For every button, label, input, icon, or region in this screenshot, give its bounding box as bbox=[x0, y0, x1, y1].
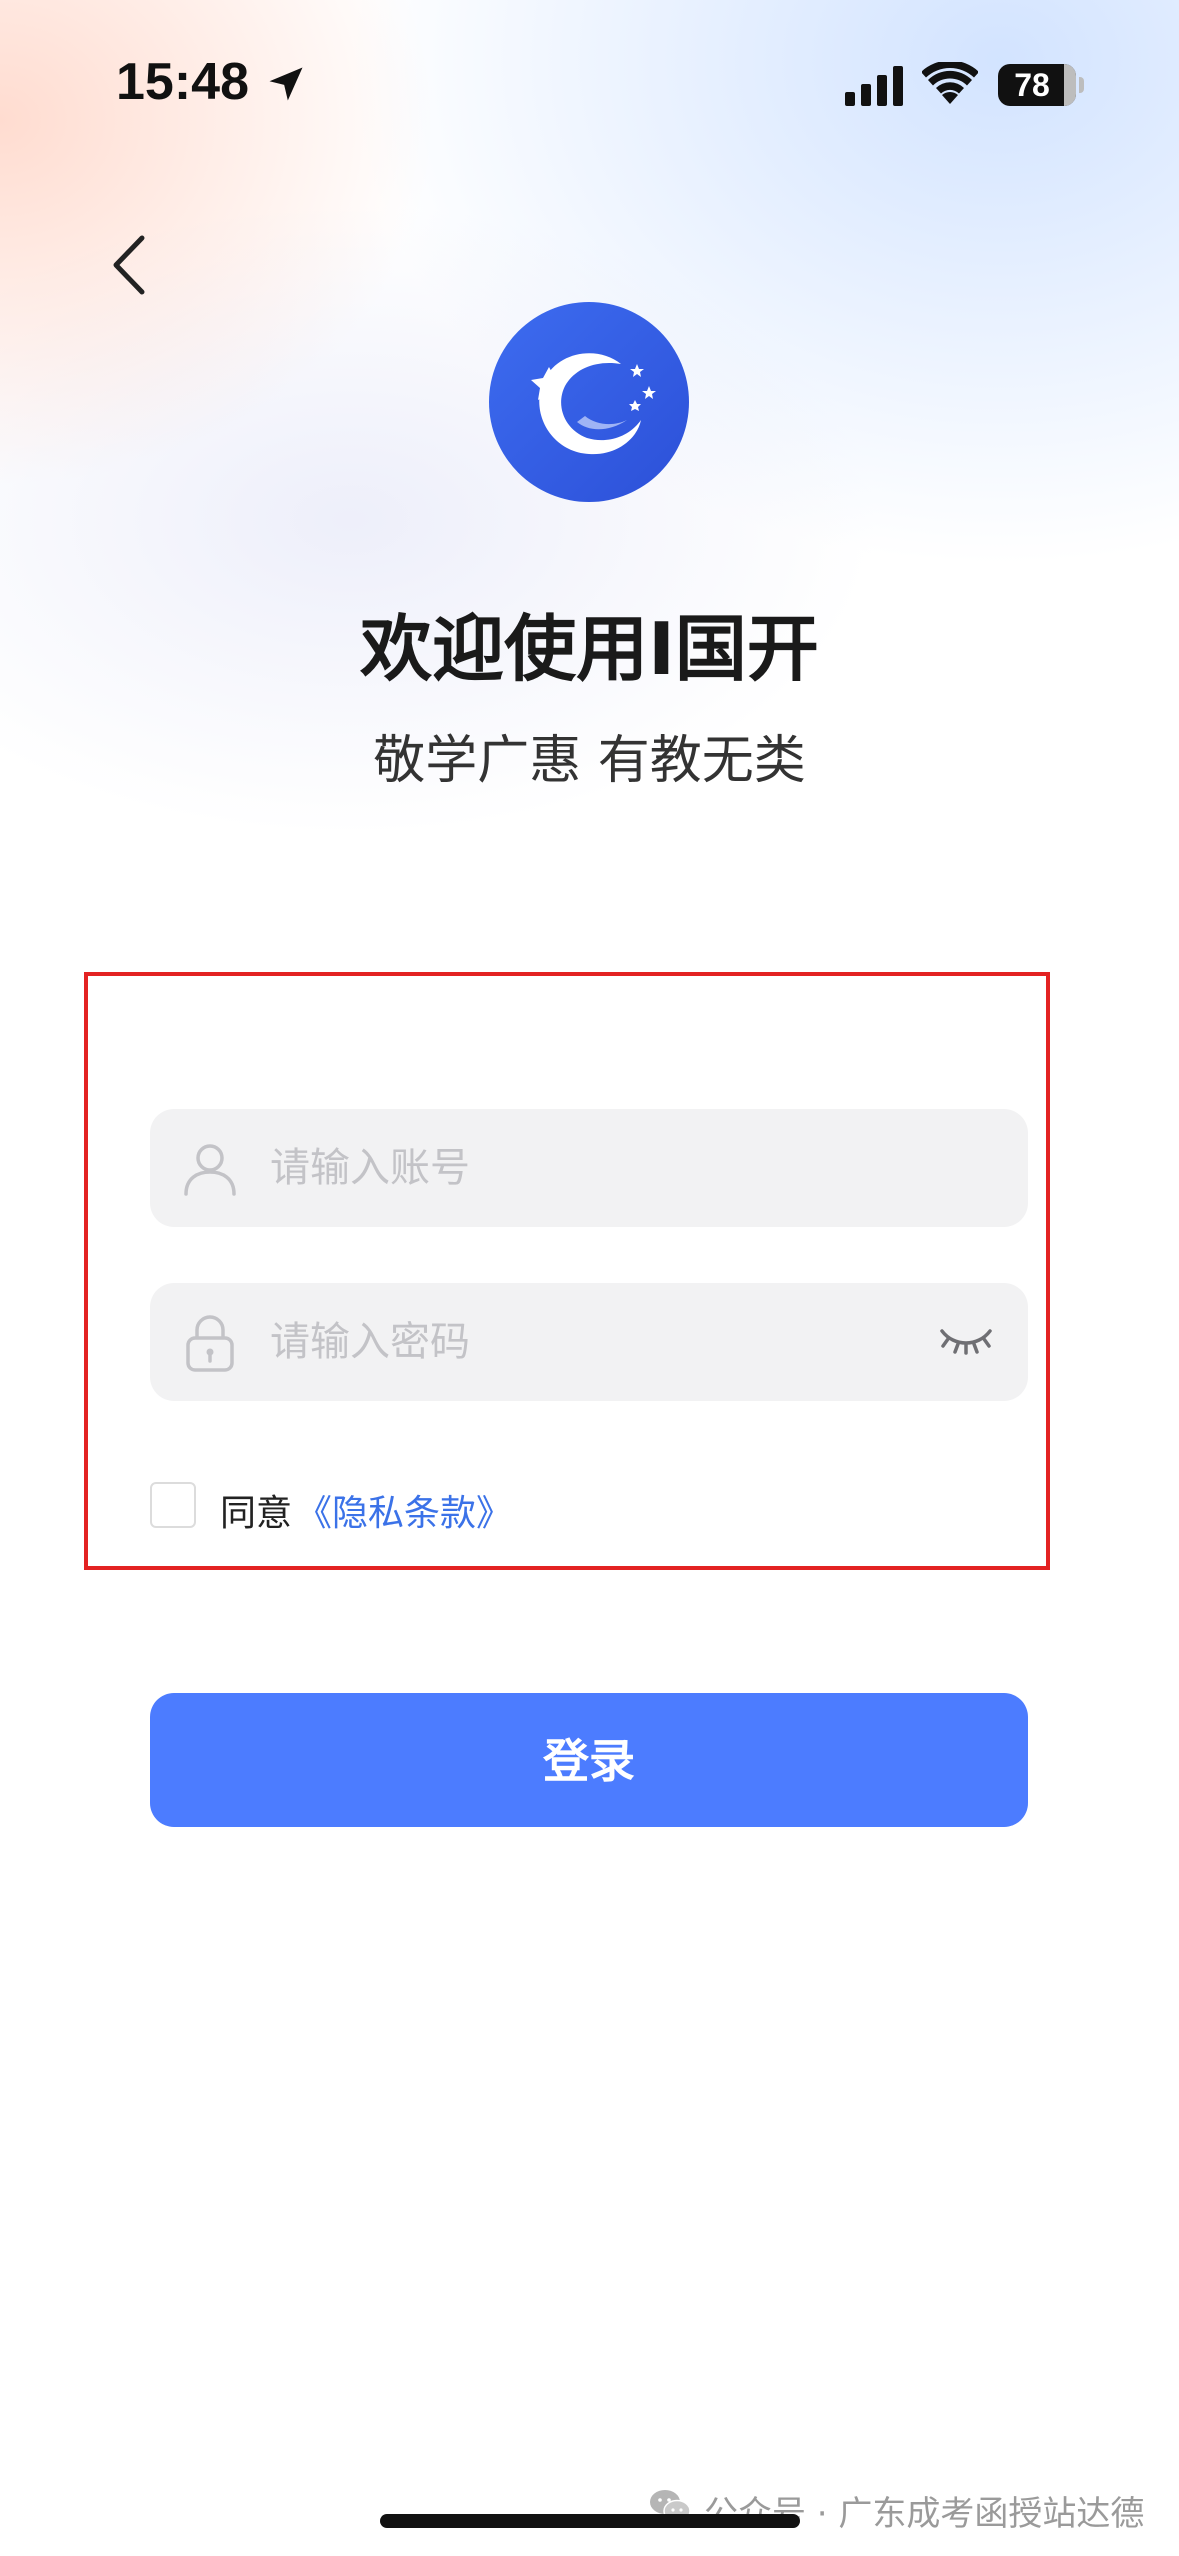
location-arrow-icon bbox=[269, 67, 303, 101]
password-field[interactable] bbox=[150, 1283, 1028, 1401]
status-bar: 15:48 78 bbox=[0, 0, 1179, 160]
welcome-title: 欢迎使用I国开 bbox=[360, 607, 819, 691]
status-time: 15:48 bbox=[116, 53, 249, 111]
cellular-signal-icon bbox=[845, 66, 903, 106]
home-indicator[interactable] bbox=[380, 2514, 800, 2528]
account-field[interactable] bbox=[150, 1109, 1028, 1227]
account-input[interactable] bbox=[270, 1109, 910, 1227]
agree-label: 同意 bbox=[220, 1493, 293, 1534]
login-button[interactable]: 登录 bbox=[150, 1693, 1028, 1827]
chevron-left-icon[interactable] bbox=[100, 230, 160, 300]
lock-icon bbox=[186, 1315, 234, 1372]
battery-cap bbox=[1079, 77, 1084, 93]
password-input[interactable] bbox=[270, 1283, 910, 1401]
highlight-box bbox=[84, 972, 1050, 1570]
moon-stars-logo-icon bbox=[489, 302, 689, 502]
eye-closed-icon[interactable] bbox=[938, 1321, 994, 1361]
agree-checkbox[interactable] bbox=[150, 1482, 196, 1528]
user-icon bbox=[184, 1144, 236, 1196]
privacy-terms-link[interactable]: 《隐私条款》 bbox=[296, 1484, 512, 1536]
battery-level: 78 bbox=[1014, 67, 1050, 103]
battery-icon: 78 bbox=[998, 64, 1076, 106]
slogan: 敬学广惠 有教无类 bbox=[373, 731, 806, 791]
wifi-icon bbox=[922, 62, 978, 104]
